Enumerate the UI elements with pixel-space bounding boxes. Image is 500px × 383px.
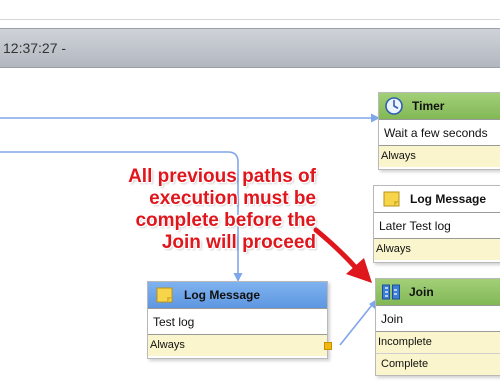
output-port-handle[interactable] <box>324 342 332 350</box>
join-node[interactable]: Join Join Incomplete Complete <box>375 278 500 376</box>
log-message-test-title: Log Message <box>184 288 261 302</box>
join-node-title: Join <box>409 285 434 299</box>
log-message-test-output-always[interactable]: Always <box>148 334 332 356</box>
timer-node-header[interactable]: Timer <box>379 93 500 120</box>
annotation-line: All previous paths of <box>128 166 316 187</box>
log-message-later-title: Log Message <box>410 192 487 206</box>
note-icon <box>383 191 400 207</box>
annotation-line: execution must be <box>149 188 316 209</box>
join-output-incomplete[interactable]: Incomplete <box>376 331 500 353</box>
annotation-line: Join will proceed <box>161 232 316 253</box>
timer-node-description: Wait a few seconds <box>379 120 500 145</box>
log-message-later-header[interactable]: Log Message <box>374 186 500 213</box>
join-icon <box>382 284 400 300</box>
timer-output-always[interactable]: Always <box>379 145 500 167</box>
log-message-later-output-label: Always <box>376 243 411 255</box>
annotation-callout: All previous paths of execution must be … <box>84 166 316 254</box>
log-message-test-node[interactable]: Log Message Test log Always <box>147 281 332 359</box>
join-node-header[interactable]: Join <box>376 279 500 306</box>
annotation-line: complete before the <box>135 210 316 231</box>
log-message-later-description: Later Test log <box>374 213 500 238</box>
log-message-test-description: Test log <box>148 309 327 334</box>
join-output-complete[interactable]: Complete <box>376 353 500 375</box>
join-output-complete-label: Complete <box>381 358 429 370</box>
connector-log-to-join <box>339 304 373 346</box>
log-message-test-header[interactable]: Log Message <box>148 282 327 309</box>
join-output-incomplete-label: Incomplete <box>378 336 432 348</box>
log-message-later-output-always[interactable]: Always <box>374 238 500 260</box>
timer-output-label: Always <box>381 150 416 162</box>
log-message-test-output-label: Always <box>150 339 185 351</box>
log-message-later-node[interactable]: Log Message Later Test log Always <box>373 185 500 263</box>
note-icon <box>156 287 173 303</box>
annotation-arrow <box>313 227 372 283</box>
clock-icon <box>385 97 403 115</box>
timer-node-title: Timer <box>412 99 445 113</box>
timer-node[interactable]: Timer Wait a few seconds Always <box>378 92 500 170</box>
join-node-description: Join <box>376 306 500 331</box>
